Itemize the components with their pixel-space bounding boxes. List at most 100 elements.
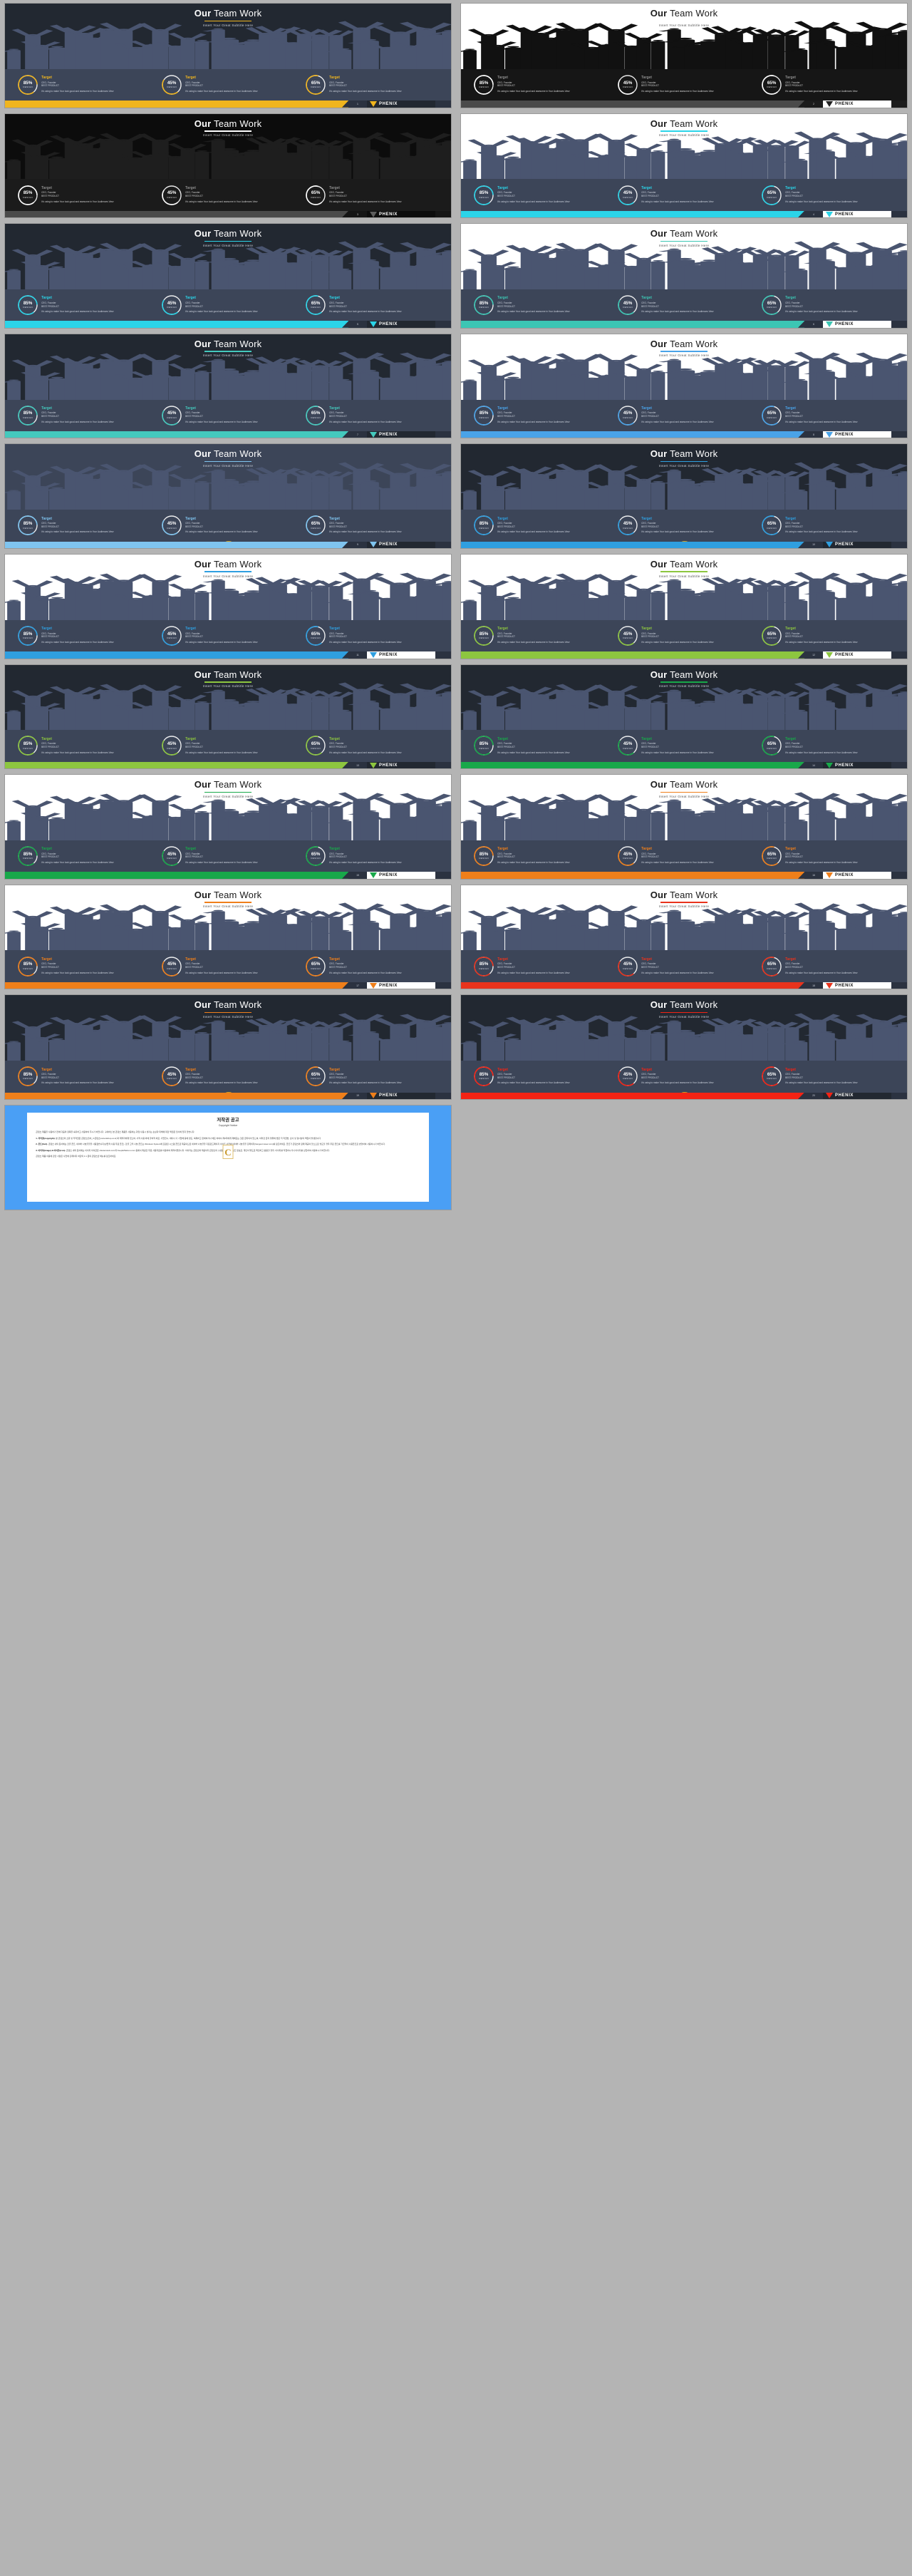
brand-logo[interactable]: PHENIX [823, 321, 891, 328]
stat-percent-label: DESIGN [167, 195, 177, 199]
slide-thumbnail[interactable]: Our Team Work Insert Your Great Subtitle… [456, 551, 912, 661]
slide[interactable]: Our Team Work Insert Your Great Subtitle… [4, 333, 452, 439]
slide[interactable]: Our Team Work Insert Your Great Subtitle… [4, 884, 452, 990]
slide-thumbnail[interactable]: Our Team Work Insert Your Great Subtitle… [456, 441, 912, 551]
slide-thumbnail[interactable]: Our Team Work Insert Your Great Subtitle… [0, 441, 456, 551]
slide[interactable]: Our Team Work Insert Your Great Subtitle… [460, 774, 908, 880]
slide-hero: Our Team Work Insert Your Great Subtitle… [5, 885, 451, 951]
progress-ring: 45% DESIGN [161, 515, 182, 536]
slide[interactable]: Our Team Work Insert Your Great Subtitle… [460, 994, 908, 1100]
brand-logo[interactable]: PHENIX [367, 101, 435, 108]
slide[interactable]: Our Team Work Insert Your Great Subtitle… [460, 884, 908, 990]
stat-product: BEST PRODUCT [497, 525, 515, 528]
slide[interactable]: Our Team Work Insert Your Great Subtitle… [460, 223, 908, 329]
slide-hero: Our Team Work Insert Your Great Subtitle… [461, 775, 907, 840]
brand-logo[interactable]: PHENIX [367, 541, 435, 548]
slide-thumbnail[interactable]: Our Team Work Insert Your Great Subtitle… [456, 110, 912, 221]
stat-body: It's using to make Your look good and aw… [785, 751, 858, 754]
footer-wedge [798, 982, 804, 989]
slide[interactable]: Our Team Work Insert Your Great Subtitle… [4, 664, 452, 770]
brand-logo[interactable]: PHENIX [823, 541, 891, 548]
slide-thumbnail[interactable]: Our Team Work Insert Your Great Subtitle… [456, 331, 912, 441]
stat-block: 85% DESIGN Target CEO, Founder BEST PROD… [473, 185, 607, 206]
slide[interactable]: Our Team Work Insert Your Great Subtitle… [4, 3, 452, 108]
footer-wedge [798, 1092, 804, 1099]
slide-thumbnail[interactable]: Our Team Work Insert Your Great Subtitle… [0, 220, 456, 331]
footer-end-cap [891, 101, 907, 108]
copyright-paper: 저작권 공고 Copyright Notice 콘텐츠 제품을 사용하기 전에 … [27, 1113, 429, 1202]
slide-thumbnail[interactable]: Our Team Work Insert Your Great Subtitle… [0, 882, 456, 992]
slide-hero: Our Team Work Insert Your Great Subtitle… [5, 995, 451, 1061]
brand-logo[interactable]: PHENIX [367, 872, 435, 879]
slide-thumbnail[interactable]: Our Team Work Insert Your Great Subtitle… [456, 661, 912, 772]
slide[interactable]: Our Team Work Insert Your Great Subtitle… [460, 553, 908, 659]
slide-thumbnail[interactable]: Our Team Work Insert Your Great Subtitle… [456, 0, 912, 110]
slide[interactable]: Our Team Work Insert Your Great Subtitle… [4, 443, 452, 549]
slide-thumbnail-copyright[interactable]: 저작권 공고 Copyright Notice 콘텐츠 제품을 사용하기 전에 … [0, 1102, 456, 1212]
stat-percent-label: DESIGN [623, 746, 633, 750]
stat-block: 65% DESIGN Target CEO, Founder BEST PROD… [761, 405, 895, 426]
slide[interactable]: Our Team Work Insert Your Great Subtitle… [4, 774, 452, 880]
slide-thumbnail[interactable]: Our Team Work Insert Your Great Subtitle… [0, 110, 456, 221]
stat-percent-label: DESIGN [167, 746, 177, 750]
slide[interactable]: Our Team Work Insert Your Great Subtitle… [4, 113, 452, 219]
brand-logo[interactable]: PHENIX [367, 210, 435, 218]
slide[interactable]: Our Team Work Insert Your Great Subtitle… [460, 664, 908, 770]
slide-thumbnail[interactable]: Our Team Work Insert Your Great Subtitle… [0, 991, 456, 1102]
stat-block: 45% DESIGN Target CEO, Founder BEST PROD… [161, 74, 295, 96]
brand-logo[interactable]: PHENIX [367, 761, 435, 769]
page-title: Our Team Work [650, 779, 718, 790]
phenix-mark-icon [370, 542, 377, 548]
stat-percent-label: DESIGN [479, 857, 489, 860]
brand-logo[interactable]: PHENIX [823, 872, 891, 879]
slide[interactable]: Our Team Work Insert Your Great Subtitle… [460, 113, 908, 219]
brand-logo[interactable]: PHENIX [823, 761, 891, 769]
stat-percent-label: DESIGN [167, 416, 177, 419]
slide-footer: 7 PHENIX [5, 431, 451, 438]
brand-logo[interactable]: PHENIX [823, 101, 891, 108]
slide-thumbnail[interactable]: Our Team Work Insert Your Great Subtitle… [456, 991, 912, 1102]
page-title: Our Team Work [650, 118, 718, 129]
stat-heading: Target [329, 296, 340, 301]
stat-block: 45% DESIGN Target CEO, Founder BEST PROD… [161, 185, 295, 206]
brand-logo[interactable]: PHENIX [367, 1092, 435, 1099]
stat-percent-label: DESIGN [167, 967, 177, 970]
slide-thumbnail[interactable]: Our Team Work Insert Your Great Subtitle… [456, 220, 912, 331]
stat-heading: Target [641, 296, 652, 301]
page-subtitle: Insert Your Great Subtitle Here [658, 463, 710, 468]
brand-logo[interactable]: PHENIX [823, 982, 891, 989]
slide[interactable]: Our Team Work Insert Your Great Subtitle… [460, 443, 908, 549]
brand-logo[interactable]: PHENIX [823, 651, 891, 659]
progress-ring: 85% DESIGN [473, 515, 494, 536]
slide-thumbnail[interactable]: Our Team Work Insert Your Great Subtitle… [0, 0, 456, 110]
copyright-slide[interactable]: 저작권 공고 Copyright Notice 콘텐츠 제품을 사용하기 전에 … [4, 1104, 452, 1210]
slide[interactable]: Our Team Work Insert Your Great Subtitle… [4, 223, 452, 329]
slide-thumbnail[interactable]: Our Team Work Insert Your Great Subtitle… [0, 551, 456, 661]
slide[interactable]: Our Team Work Insert Your Great Subtitle… [460, 333, 908, 439]
brand-logo[interactable]: PHENIX [367, 321, 435, 328]
footer-accent-bar [461, 321, 804, 328]
brand-logo[interactable]: PHENIX [367, 651, 435, 659]
slide-thumbnail[interactable]: Our Team Work Insert Your Great Subtitle… [0, 771, 456, 882]
stat-product: BEST PRODUCT [329, 194, 347, 197]
brand-logo[interactable]: PHENIX [367, 982, 435, 989]
slide[interactable]: Our Team Work Insert Your Great Subtitle… [4, 553, 452, 659]
slide-thumbnail[interactable]: Our Team Work Insert Your Great Subtitle… [0, 331, 456, 441]
crowd-silhouette-image [5, 790, 451, 840]
brand-logo[interactable]: PHENIX [823, 431, 891, 438]
stat-product: BEST PRODUCT [41, 1076, 59, 1079]
brand-logo[interactable]: PHENIX [823, 210, 891, 218]
slide-thumbnail[interactable]: Our Team Work Insert Your Great Subtitle… [0, 661, 456, 772]
progress-ring: 85% DESIGN [17, 74, 38, 96]
stat-body: It's using to make Your look good and aw… [785, 310, 858, 314]
slide[interactable]: Our Team Work Insert Your Great Subtitle… [4, 994, 452, 1100]
title-area: Our Team Work Insert Your Great Subtitle… [5, 119, 451, 138]
brand-logo[interactable]: PHENIX [823, 1092, 891, 1099]
brand-logo[interactable]: PHENIX [367, 431, 435, 438]
slide-thumbnail[interactable]: Our Team Work Insert Your Great Subtitle… [456, 882, 912, 992]
slide-hero: Our Team Work Insert Your Great Subtitle… [461, 664, 907, 731]
slide-thumbnail[interactable]: Our Team Work Insert Your Great Subtitle… [456, 771, 912, 882]
slide-number: 6 [804, 321, 823, 328]
progress-ring: 65% DESIGN [305, 74, 326, 96]
slide[interactable]: Our Team Work Insert Your Great Subtitle… [460, 3, 908, 108]
